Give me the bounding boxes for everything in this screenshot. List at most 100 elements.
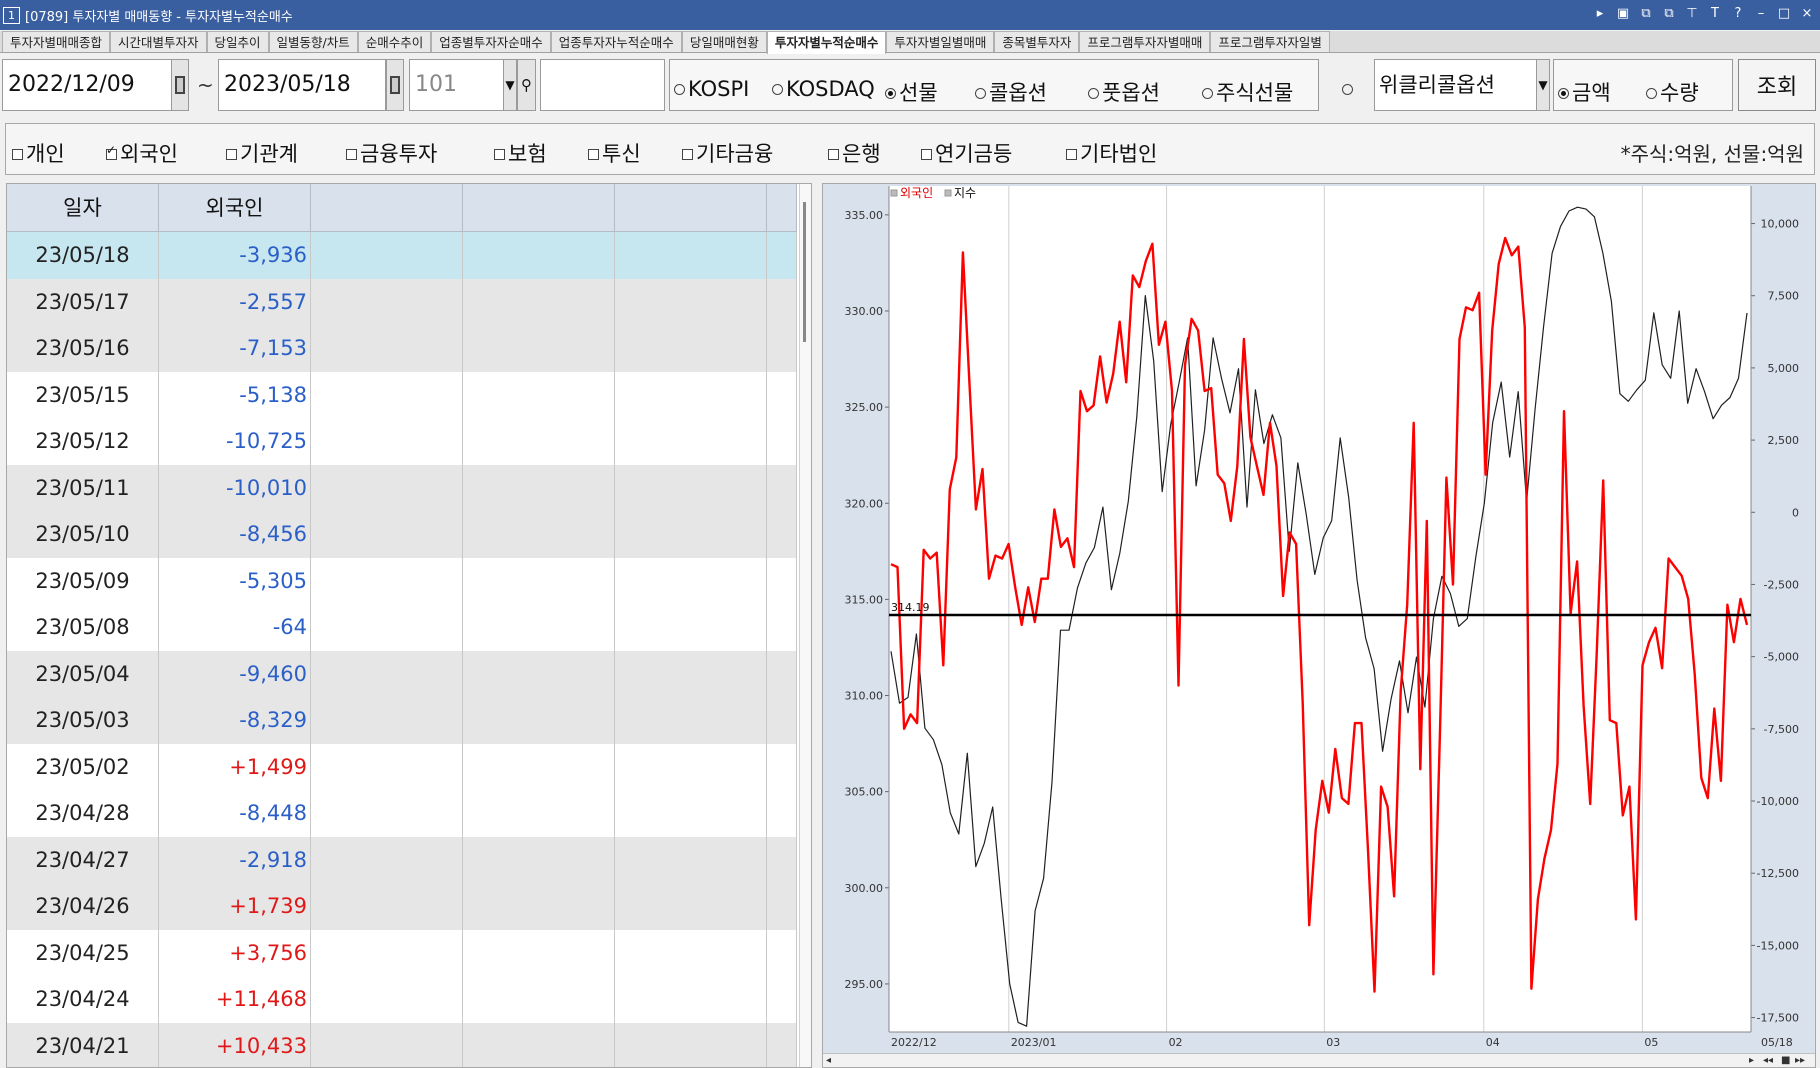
column-header-date[interactable]: 일자 <box>7 184 159 232</box>
radio-dot <box>1202 88 1213 99</box>
table-scrollbar[interactable] <box>799 184 811 1067</box>
chart-scrollbar[interactable]: ◂ ▸ ◂◂ ■ ▸▸ <box>823 1053 1815 1067</box>
legend-label[interactable]: 외국인 <box>900 186 933 200</box>
table-row[interactable]: 23/05/08 -64 <box>7 604 797 651</box>
radio-call-option[interactable]: 콜옵션 <box>975 77 1047 107</box>
radio-amount[interactable]: 금액 <box>1558 77 1611 107</box>
minimize-icon[interactable]: – <box>1754 6 1768 22</box>
font-size-icon[interactable]: T <box>1708 6 1722 22</box>
zoom-out-icon[interactable]: ◂◂ <box>1763 1054 1773 1067</box>
help-icon[interactable]: ? <box>1731 6 1745 22</box>
tab-program-investor[interactable]: 프로그램투자자별매매 <box>1079 31 1211 52</box>
tab-investor-cumulative[interactable]: 투자자별누적순매수 <box>766 31 887 54</box>
radio-quantity[interactable]: 수량 <box>1646 77 1699 107</box>
tab-sector-net-buy[interactable]: 업종별투자자순매수 <box>431 31 551 52</box>
cascade-icon[interactable]: ⧉ <box>1662 6 1676 22</box>
table-row[interactable]: 23/05/04 -9,460 <box>7 650 797 697</box>
checkbox-financial-investment[interactable]: 금융투자 <box>346 138 437 168</box>
tab-sector-cumulative[interactable]: 업종투자자누적순매수 <box>550 31 682 52</box>
table-row[interactable]: 23/04/25 +3,756 <box>7 929 797 976</box>
end-calendar-button[interactable] <box>386 59 404 111</box>
checkbox-individual[interactable]: 개인 <box>12 138 65 168</box>
checkbox-institution[interactable]: 기관계 <box>226 138 298 168</box>
close-icon[interactable]: × <box>1800 6 1814 22</box>
radio-kospi[interactable]: KOSPI <box>674 77 749 101</box>
checkbox-other-corp[interactable]: 기타법인 <box>1066 138 1157 168</box>
tab-daily-chart[interactable]: 일별동향/차트 <box>268 31 358 52</box>
tab-program-daily[interactable]: 프로그램투자자일별 <box>1210 31 1330 52</box>
table-row[interactable]: 23/05/18 -3,936 <box>7 232 797 279</box>
start-calendar-button[interactable] <box>171 59 189 111</box>
tab-time-investor[interactable]: 시간대별투자자 <box>110 31 207 52</box>
table-row[interactable]: 23/05/16 -7,153 <box>7 325 797 372</box>
checkbox-box <box>1066 149 1077 160</box>
tile-icon[interactable]: ⧉ <box>1639 6 1653 22</box>
stop-icon[interactable]: ■ <box>1781 1054 1790 1067</box>
right-tick-label: -2,500 <box>1764 578 1799 591</box>
checkbox-foreigner[interactable]: 외국인 <box>106 138 178 168</box>
left-tick-label: 330.00 <box>845 305 884 318</box>
table-row[interactable]: 23/05/11 -10,010 <box>7 464 797 511</box>
option-type-select[interactable]: 위클리콜옵션 <box>1374 59 1537 111</box>
name-field[interactable] <box>540 59 665 111</box>
pin-icon[interactable]: ⊤ <box>1685 6 1699 22</box>
search-icon[interactable]: ⚲ <box>517 59 536 111</box>
table-row[interactable]: 23/04/21 +10,433 <box>7 1022 797 1067</box>
checkbox-box <box>494 149 505 160</box>
table-row[interactable]: 23/05/09 -5,305 <box>7 557 797 604</box>
end-date-field[interactable]: 2023/05/18 <box>218 59 386 111</box>
tab-intraday-trend[interactable]: 당일추이 <box>206 31 269 52</box>
checkbox-box <box>226 149 237 160</box>
left-tick-label: 325.00 <box>845 401 884 414</box>
radio-kosdaq[interactable]: KOSDAQ <box>772 77 875 101</box>
radio-put-option[interactable]: 풋옵션 <box>1088 77 1160 107</box>
query-toolbar: 2022/12/09 ~ 2023/05/18 101 ▼ ⚲ KOSPI KO… <box>0 55 1820 115</box>
table-row[interactable]: 23/05/10 -8,456 <box>7 511 797 558</box>
investor-filter-row: 개인 외국인 기관계 금융투자 보험 투신 기타금융 은행 연기금등 기타법인 … <box>5 123 1815 175</box>
tab-net-buy-trend[interactable]: 순매수추이 <box>357 31 432 52</box>
link-icon[interactable]: ▸ <box>1593 6 1607 22</box>
table-row[interactable]: 23/05/15 -5,138 <box>7 371 797 418</box>
cell-foreigner-value: -8,329 <box>159 697 311 744</box>
table-row[interactable]: 23/05/02 +1,499 <box>7 743 797 790</box>
scroll-right-icon[interactable]: ▸ <box>1749 1054 1754 1067</box>
cell-empty <box>311 511 463 558</box>
tab-investor-summary[interactable]: 투자자별매매종합 <box>2 31 111 52</box>
radio-stock-futures[interactable]: 주식선물 <box>1202 77 1293 107</box>
code-field[interactable]: 101 <box>409 59 504 111</box>
cell-empty <box>615 697 767 744</box>
option-type-dropdown-arrow[interactable]: ▼ <box>1536 59 1550 111</box>
cell-empty <box>615 1022 767 1067</box>
tab-investor-daily[interactable]: 투자자별일별매매 <box>886 31 995 52</box>
scroll-left-icon[interactable]: ◂ <box>826 1054 831 1067</box>
checkbox-insurance[interactable]: 보험 <box>494 138 547 168</box>
table-row[interactable]: 23/04/27 -2,918 <box>7 836 797 883</box>
cell-empty <box>615 836 767 883</box>
checkbox-bank[interactable]: 은행 <box>828 138 881 168</box>
table-row[interactable]: 23/05/12 -10,725 <box>7 418 797 465</box>
checkbox-pension[interactable]: 연기금등 <box>921 138 1012 168</box>
scrollbar-thumb[interactable] <box>803 202 806 342</box>
column-header-foreigner[interactable]: 외국인 <box>159 184 311 232</box>
table-row[interactable]: 23/04/26 +1,739 <box>7 883 797 930</box>
table-row[interactable]: 23/04/24 +11,468 <box>7 976 797 1023</box>
legend-label[interactable]: 지수 <box>954 186 976 200</box>
radio-weekly-option[interactable] <box>1342 77 1356 101</box>
radio-dot-selected <box>885 88 896 99</box>
screen-icon[interactable]: ▣ <box>1616 6 1630 22</box>
checkbox-trust[interactable]: 투신 <box>588 138 641 168</box>
table-row[interactable]: 23/05/17 -2,557 <box>7 278 797 325</box>
start-date-field[interactable]: 2022/12/09 <box>2 59 172 111</box>
table-row[interactable]: 23/05/03 -8,329 <box>7 697 797 744</box>
tab-today-trading[interactable]: 당일매매현황 <box>681 31 767 52</box>
cell-empty <box>463 976 615 1023</box>
query-button[interactable]: 조회 <box>1738 59 1816 111</box>
table-row[interactable]: 23/04/28 -8,448 <box>7 790 797 837</box>
checkbox-other-finance[interactable]: 기타금융 <box>682 138 773 168</box>
fast-forward-icon[interactable]: ▸▸ <box>1795 1054 1805 1067</box>
tab-stock-investor[interactable]: 종목별투자자 <box>994 31 1080 52</box>
radio-futures[interactable]: 선물 <box>885 77 938 107</box>
window-number-badge[interactable]: 1 <box>3 6 20 24</box>
code-dropdown-arrow[interactable]: ▼ <box>503 59 517 111</box>
maximize-icon[interactable]: □ <box>1777 6 1791 22</box>
